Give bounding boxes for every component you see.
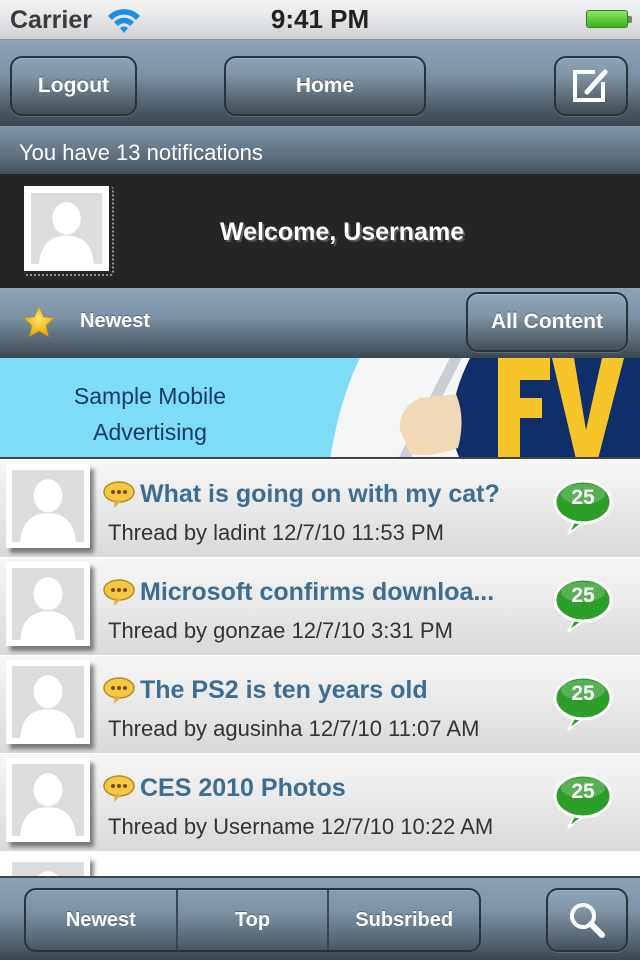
thread-row[interactable]: Microsoft confirms downloa... Thread by … [0, 558, 640, 656]
ad-line-1: Sample Mobile [73, 383, 227, 409]
speech-bubble-icon [103, 481, 135, 508]
sort-segmented-control: Newest Top Subsribed [24, 888, 481, 952]
filter-bar: Newest All Content [0, 288, 640, 358]
thread-row-partial[interactable] [0, 852, 640, 876]
default-avatar-icon [12, 666, 84, 738]
thread-title[interactable]: CES 2010 Photos [140, 774, 346, 803]
tab-subscribed[interactable]: Subsribed [329, 890, 479, 950]
home-button[interactable]: Home [224, 56, 426, 116]
profile-avatar[interactable] [24, 186, 109, 271]
profile-avatar-frame[interactable] [24, 186, 114, 276]
welcome-panel: Welcome, Username [0, 174, 640, 288]
reply-count: 25 [571, 682, 595, 705]
default-avatar-icon [12, 568, 84, 640]
thread-row[interactable]: CES 2010 Photos Thread by Username 12/7/… [0, 754, 640, 852]
reply-count: 25 [571, 584, 595, 607]
clock: 9:41 PM [270, 4, 370, 34]
tab-newest[interactable]: Newest [26, 890, 178, 950]
battery-full-icon [586, 10, 632, 28]
thread-author-avatar[interactable] [6, 562, 90, 646]
ad-line-2: Advertising [93, 419, 207, 445]
thread-author-avatar[interactable] [6, 856, 90, 876]
thread-title[interactable]: What is going on with my cat? [140, 480, 500, 509]
search-icon [570, 903, 605, 938]
thread-row[interactable]: What is going on with my cat? Thread by … [0, 460, 640, 558]
compose-button[interactable] [554, 56, 628, 116]
default-avatar-icon [31, 193, 102, 264]
thread-meta: Thread by Username 12/7/10 10:22 AM [108, 814, 494, 839]
all-content-button[interactable]: All Content [466, 292, 628, 352]
speech-bubble-icon [103, 677, 135, 704]
reply-count: 25 [571, 780, 595, 803]
reply-count: 25 [571, 486, 595, 509]
notifications-banner[interactable]: You have 13 notifications [0, 126, 640, 174]
thread-meta: Thread by agusinha 12/7/10 11:07 AM [108, 716, 480, 741]
default-avatar-icon [12, 764, 84, 836]
thread-author-avatar[interactable] [6, 660, 90, 744]
thread-title[interactable]: The PS2 is ten years old [140, 676, 428, 705]
thread-author-avatar[interactable] [6, 758, 90, 842]
speech-bubble-icon [103, 775, 135, 802]
default-avatar-icon [12, 470, 84, 542]
default-avatar-icon [12, 862, 84, 876]
star-icon [23, 306, 55, 338]
thread-meta: Thread by ladint 12/7/10 11:53 PM [108, 520, 444, 545]
bottom-tab-bar: Newest Top Subsribed [0, 876, 640, 960]
thread-meta: Thread by gonzae 12/7/10 3:31 PM [108, 618, 453, 643]
advertisement-banner[interactable]: Sample Mobile Advertising [0, 358, 640, 459]
thread-list[interactable]: What is going on with my cat? Thread by … [0, 460, 640, 876]
thread-author-avatar[interactable] [6, 464, 90, 548]
search-button[interactable] [546, 888, 628, 952]
ad-text: Sample Mobile Advertising [40, 378, 260, 450]
thread-row[interactable]: The PS2 is ten years old Thread by agusi… [0, 656, 640, 754]
status-bar: Carrier 9:41 PM [0, 0, 640, 40]
speech-bubble-icon [103, 579, 135, 606]
thread-title[interactable]: Microsoft confirms downloa... [140, 578, 494, 607]
compose-icon [573, 69, 608, 102]
ad-graphic [330, 358, 640, 457]
navigation-bar: Logout Home [0, 40, 640, 126]
current-filter-label: Newest [80, 310, 151, 332]
welcome-message: Welcome, Username [220, 218, 465, 246]
tab-top[interactable]: Top [178, 890, 330, 950]
logout-button[interactable]: Logout [10, 56, 137, 116]
